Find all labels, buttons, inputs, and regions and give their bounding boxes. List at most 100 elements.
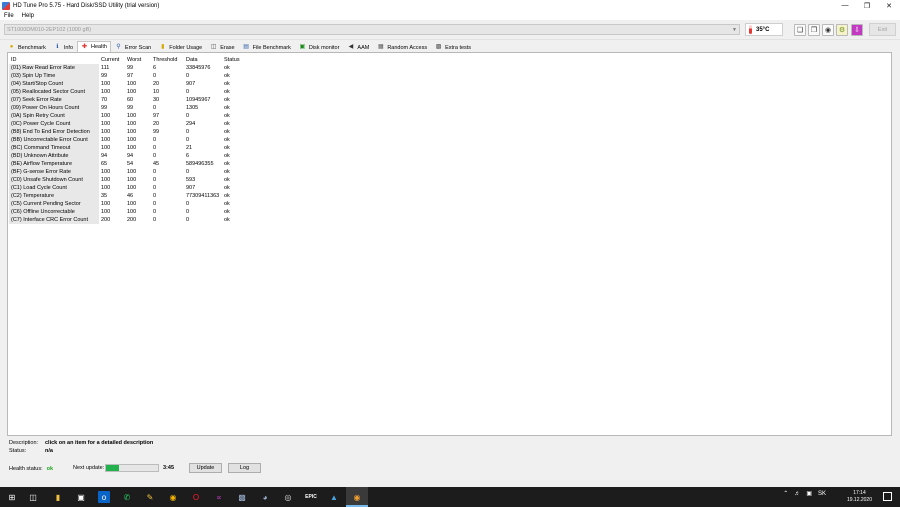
cell-worst: 100 (127, 185, 137, 191)
tab-error-scan[interactable]: ⚲ Error Scan (111, 42, 155, 52)
tab-random-access[interactable]: ▦ Random Access (373, 42, 431, 52)
table-row[interactable]: (01) Raw Read Error Rate 111 99 6 33845976 ok (9, 64, 250, 72)
magnifier-icon: ⚲ (116, 44, 121, 50)
visual-studio-icon[interactable]: ∝ (213, 491, 225, 503)
tab-disk-monitor[interactable]: ▣ Disk monitor (295, 42, 344, 52)
update-button[interactable]: Update (189, 463, 222, 473)
tab-extra-tests[interactable]: ▩ Extra tests (431, 42, 475, 52)
cell-status: ok (224, 169, 230, 175)
cell-worst: 100 (127, 121, 137, 127)
cell-status: ok (224, 137, 230, 143)
clock[interactable]: 17:14 19.12.2020 (847, 490, 872, 504)
close-button[interactable]: ✕ (878, 0, 900, 11)
epic-games-icon[interactable]: EPIC (305, 491, 317, 503)
screenshot-button[interactable]: ◉ (822, 24, 834, 36)
cell-current: 100 (101, 113, 111, 119)
file-explorer-icon[interactable]: ▮ (52, 491, 64, 503)
menu-file[interactable]: File (4, 13, 14, 19)
copy-all-button[interactable]: ❐ (808, 24, 820, 36)
tab-erase[interactable]: ◫ Erase (206, 42, 238, 52)
cell-threshold: 0 (153, 201, 157, 207)
app-icon[interactable]: ▲ (328, 491, 340, 503)
table-row[interactable]: (03) Spin Up Time 99 97 0 0 ok (9, 72, 250, 80)
disc-icon[interactable]: ◎ (282, 491, 294, 503)
tab-label: Folder Usage (169, 44, 203, 51)
cell-current: 111 (101, 65, 110, 71)
maximize-button[interactable]: ❐ (856, 0, 878, 11)
table-row[interactable]: (BE) Airflow Temperature 65 54 45 589496355 o… (9, 160, 250, 168)
table-row[interactable]: (0C) Power Cycle Count 100 100 20 294 ok (9, 120, 250, 128)
whatsapp-icon[interactable]: ✆ (121, 491, 133, 503)
device-toolbar: ST1000DM010-2EP102 (1000 gB) ▼ 35°C ❏ ❐ … (0, 20, 900, 40)
table-row[interactable]: (B8) End To End Error Detection 100 100 99 0… (9, 128, 250, 136)
column-header-status[interactable]: Status (222, 56, 250, 64)
cell-worst: 100 (127, 201, 137, 207)
description-area: Description: click on an item for a deta… (9, 439, 153, 455)
cell-status: ok (224, 177, 230, 183)
tab-info[interactable]: ℹ Info (50, 42, 77, 52)
tab-health[interactable]: ✚ Health (77, 41, 111, 52)
table-row[interactable]: (0A) Spin Retry Count 100 100 97 0 ok (9, 112, 250, 120)
steam-icon[interactable]: ◕ (259, 491, 271, 503)
save-button[interactable]: ⇩ (851, 24, 863, 36)
column-header-worst[interactable]: Worst (125, 56, 151, 64)
table-row[interactable]: (BD) Unknown Attribute 94 94 0 6 ok (9, 152, 250, 160)
description-label: Description: (9, 440, 39, 446)
minimize-button[interactable]: — (834, 0, 856, 11)
tab-label: Health (91, 44, 107, 50)
column-header-id[interactable]: ID (9, 56, 99, 64)
table-row[interactable]: (09) Power On Hours Count 99 99 0 1305 ok (9, 104, 250, 112)
column-header-current[interactable]: Current (99, 56, 125, 64)
table-row[interactable]: (05) Reallocated Sector Count 100 100 10 0 ok (9, 88, 250, 96)
cell-threshold: 6 (153, 65, 157, 71)
hdtune-taskbar-icon[interactable]: ◉ (351, 491, 363, 503)
exit-button[interactable]: Exit (869, 23, 896, 36)
table-row[interactable]: (BB) Uncorrectable Error Count 100 100 0 0 ok (9, 136, 250, 144)
task-view-icon[interactable]: ◫ (27, 491, 39, 503)
tab-file-benchmark[interactable]: ▤ File Benchmark (239, 42, 295, 52)
table-row[interactable]: (BF) G-sense Error Rate 100 100 0 0 ok (9, 168, 250, 176)
table-row[interactable]: (C1) Load Cycle Count 100 100 0 907 ok (9, 184, 250, 192)
store-icon[interactable]: ▣ (75, 491, 87, 503)
windows-start-icon[interactable]: ⊞ (6, 491, 18, 503)
editor-icon[interactable]: ✎ (144, 491, 156, 503)
volume-icon[interactable]: ♬ (794, 491, 800, 497)
network-icon[interactable]: ▣ (806, 490, 812, 497)
cell-data: 294 (186, 121, 196, 127)
tab-aam[interactable]: ◀ AAM (343, 42, 373, 52)
chrome-icon[interactable]: ◉ (167, 491, 179, 503)
options-button[interactable]: ⚙ (836, 24, 848, 36)
menu-help[interactable]: Help (22, 13, 34, 19)
tab-folder-usage[interactable]: ▮ Folder Usage (155, 42, 206, 52)
table-row[interactable]: (BC) Command Timeout 100 100 0 21 ok (9, 144, 250, 152)
table-row[interactable]: (07) Seek Error Rate 70 60 30 10945967 ok (9, 96, 250, 104)
drive-select[interactable]: ST1000DM010-2EP102 (1000 gB) ▼ (4, 24, 740, 35)
table-row[interactable]: (04) Start/Stop Count 100 100 20 907 ok (9, 80, 250, 88)
cell-attribute-id: (B8) End To End Error Detection (9, 128, 99, 136)
table-row[interactable]: (C7) Interface CRC Error Count 200 200 0 0 ok (9, 216, 250, 224)
cell-status: ok (224, 145, 230, 151)
table-row[interactable]: (C2) Temperature 35 46 0 77309411363 ok (9, 192, 250, 200)
table-row[interactable]: (C5) Current Pending Sector 100 100 0 0 ok (9, 200, 250, 208)
cell-worst: 100 (127, 169, 137, 175)
opera-icon[interactable]: O (190, 491, 202, 503)
column-header-data[interactable]: Data (184, 56, 222, 64)
description-value: click on an item for a detailed descript… (45, 440, 154, 446)
log-button[interactable]: Log (228, 463, 261, 473)
table-row[interactable]: (C0) Unsafe Shutdown Count 100 100 0 593 ok (9, 176, 250, 184)
outlook-icon[interactable]: o (98, 491, 110, 503)
smart-table: ID Current Worst Threshold Data Status (… (9, 56, 250, 224)
notification-icon[interactable] (883, 492, 892, 501)
table-row[interactable]: (C6) Offline Uncorrectable 100 100 0 0 ok (9, 208, 250, 216)
column-header-threshold[interactable]: Threshold (151, 56, 184, 64)
media-icon[interactable]: ▩ (236, 491, 248, 503)
cell-attribute-id: (C5) Current Pending Sector (9, 200, 99, 208)
language-indicator[interactable]: SK (818, 491, 826, 497)
tab-label: Extra tests (445, 44, 472, 51)
cell-threshold: 97 (153, 113, 160, 119)
chevron-up-icon[interactable]: ⌃ (783, 490, 788, 497)
cell-threshold: 0 (153, 73, 157, 79)
cell-current: 100 (101, 81, 111, 87)
copy-info-button[interactable]: ❏ (794, 24, 806, 36)
tab-benchmark[interactable]: ● Benchmark (4, 42, 50, 52)
